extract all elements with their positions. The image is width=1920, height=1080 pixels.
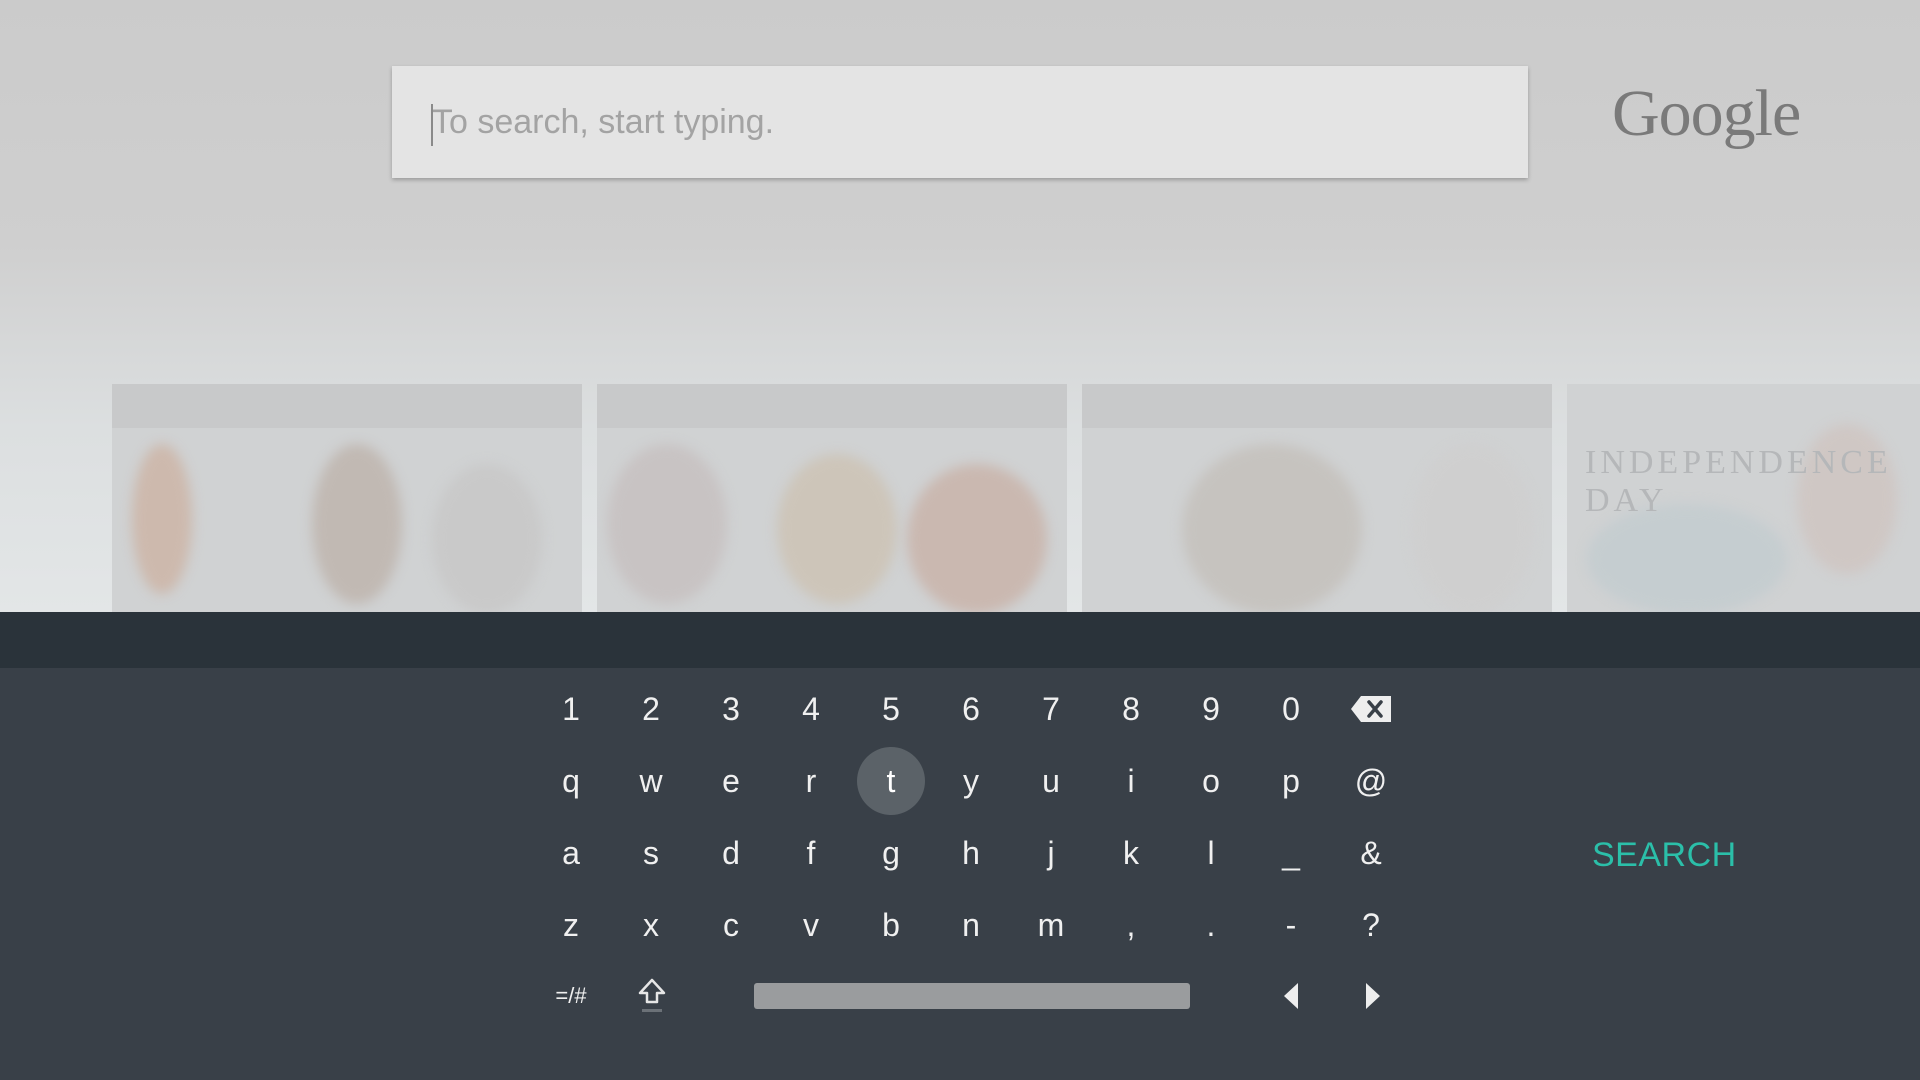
key-x[interactable]: x <box>617 891 685 959</box>
key-z[interactable]: z <box>537 891 605 959</box>
space-bar[interactable] <box>754 983 1190 1009</box>
background-results-row: INDEPENDENCE DAY <box>0 384 1920 612</box>
key-y[interactable]: y <box>937 747 1005 815</box>
key-6[interactable]: 6 <box>937 675 1005 743</box>
key-2[interactable]: 2 <box>617 675 685 743</box>
key-4[interactable]: 4 <box>777 675 845 743</box>
search-box[interactable] <box>392 66 1528 178</box>
key-8[interactable]: 8 <box>1097 675 1165 743</box>
key-v[interactable]: v <box>777 891 845 959</box>
card-title: INDEPENDENCE DAY <box>1585 444 1892 519</box>
key-k[interactable]: k <box>1097 819 1165 887</box>
google-logo: Google <box>1612 77 1801 150</box>
key-q[interactable]: q <box>537 747 605 815</box>
key-ampersand[interactable]: & <box>1337 819 1405 887</box>
key-d[interactable]: d <box>697 819 765 887</box>
key-l[interactable]: l <box>1177 819 1245 887</box>
key-f[interactable]: f <box>777 819 845 887</box>
key-b[interactable]: b <box>857 891 925 959</box>
key-question[interactable]: ? <box>1337 891 1405 959</box>
key-n[interactable]: n <box>937 891 1005 959</box>
background-card: INDEPENDENCE DAY <box>1567 384 1920 612</box>
key-5[interactable]: 5 <box>857 675 925 743</box>
key-r[interactable]: r <box>777 747 845 815</box>
key-h[interactable]: h <box>937 819 1005 887</box>
key-w[interactable]: w <box>617 747 685 815</box>
key-period[interactable]: . <box>1177 891 1245 959</box>
key-7[interactable]: 7 <box>1017 675 1085 743</box>
backspace-icon[interactable] <box>1337 675 1405 743</box>
key-m[interactable]: m <box>1017 891 1085 959</box>
background-card <box>597 384 1067 612</box>
key-u[interactable]: u <box>1017 747 1085 815</box>
key-0[interactable]: 0 <box>1257 675 1325 743</box>
background-card <box>1082 384 1552 612</box>
key-a[interactable]: a <box>537 819 605 887</box>
key-g[interactable]: g <box>857 819 925 887</box>
key-at[interactable]: @ <box>1337 747 1405 815</box>
key-9[interactable]: 9 <box>1177 675 1245 743</box>
key-i[interactable]: i <box>1097 747 1165 815</box>
key-3[interactable]: 3 <box>697 675 765 743</box>
search-input[interactable] <box>392 66 1528 178</box>
symbols-toggle-key[interactable]: =/# <box>537 962 605 1030</box>
key-comma[interactable]: , <box>1097 891 1165 959</box>
key-c[interactable]: c <box>697 891 765 959</box>
search-button[interactable]: SEARCH <box>1592 836 1737 875</box>
key-hyphen[interactable]: - <box>1257 891 1325 959</box>
key-t[interactable]: t <box>857 747 925 815</box>
search-backdrop: Google INDEPENDENCE DAY <box>0 0 1920 612</box>
key-j[interactable]: j <box>1017 819 1085 887</box>
background-card <box>112 384 582 612</box>
key-o[interactable]: o <box>1177 747 1245 815</box>
key-s[interactable]: s <box>617 819 685 887</box>
arrow-left-icon[interactable] <box>1257 962 1325 1030</box>
keyboard-header-bar <box>0 612 1920 668</box>
key-p[interactable]: p <box>1257 747 1325 815</box>
key-underscore[interactable]: _ <box>1257 819 1325 887</box>
key-1[interactable]: 1 <box>537 675 605 743</box>
on-screen-keyboard: 1 2 3 4 5 6 7 8 9 0 q w e r t y u i o p @ a s d f g h j k l _ & z x c v b n m,… <box>0 612 1920 1080</box>
arrow-right-icon[interactable] <box>1339 962 1407 1030</box>
text-cursor <box>431 104 433 146</box>
key-e[interactable]: e <box>697 747 765 815</box>
shift-icon[interactable] <box>618 962 686 1030</box>
